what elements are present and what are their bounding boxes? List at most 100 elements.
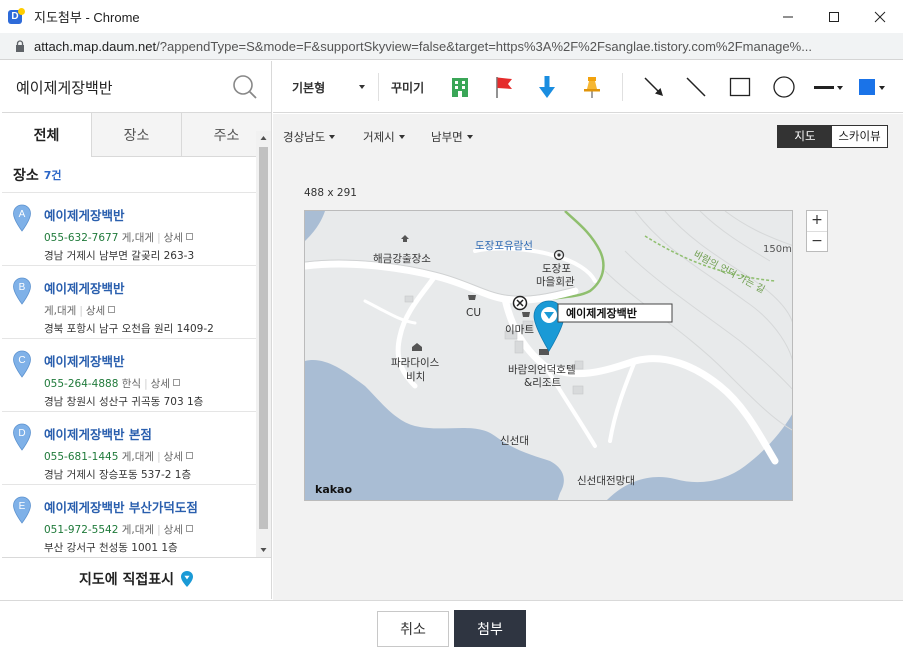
svg-text:D: D <box>18 428 25 439</box>
url-host: attach.map.daum.net <box>34 38 157 54</box>
map-label-dojangpo-hall-2: 마을회관 <box>536 276 575 288</box>
arrow-line-icon[interactable] <box>641 74 667 100</box>
map-label-observatory: 신선대전망대 <box>577 475 635 487</box>
dialog-footer: 취소 첨부 <box>0 600 903 660</box>
result-name[interactable]: 예이제게장백반 본점 <box>44 424 256 443</box>
result-detail-link[interactable]: 상세 <box>164 451 183 463</box>
svg-text:B: B <box>19 282 26 293</box>
window-title: 지도첨부 - Chrome <box>34 10 140 25</box>
map-pin-icon <box>181 570 194 587</box>
caret-down-icon <box>329 135 336 139</box>
map-label-cu: CU <box>466 307 481 319</box>
search-icon[interactable] <box>231 73 259 101</box>
result-detail-link[interactable]: 상세 <box>164 232 183 244</box>
maximize-button[interactable] <box>811 0 857 33</box>
result-category: 게,대게 <box>121 524 155 536</box>
tab-all[interactable]: 전체 <box>2 113 91 157</box>
result-item[interactable]: E 예이제게장백반 부산가덕도점 051-972-5542 게,대게 | 상세부산 강서… <box>2 485 256 557</box>
result-name[interactable]: 예이제게장백반 <box>44 205 256 224</box>
result-name[interactable]: 예이제게장백반 <box>44 351 256 370</box>
zoom-out-button[interactable]: − <box>807 231 827 251</box>
map-label-paradise: 파라다이스 <box>391 357 440 369</box>
region-province[interactable]: 경상남도 <box>283 129 336 145</box>
result-detail-link[interactable]: 상세 <box>151 378 170 390</box>
cancel-button[interactable]: 취소 <box>377 611 449 647</box>
map-type-map[interactable]: 지도 <box>778 126 832 147</box>
external-link-icon <box>185 452 193 459</box>
rectangle-icon[interactable] <box>727 74 753 100</box>
caret-down-icon <box>466 135 473 139</box>
address-bar[interactable]: attach.map.daum.net/?appendType=S&mode=F… <box>0 33 903 60</box>
result-meta: 055-264-4888 한식 | 상세 <box>44 376 256 391</box>
daum-app-icon: D <box>8 7 25 25</box>
result-detail-link[interactable]: 상세 <box>86 305 105 317</box>
result-scrollbar[interactable] <box>256 131 271 557</box>
map-type-skyview[interactable]: 스카이뷰 <box>832 126 887 147</box>
result-item[interactable]: B 예이제게장백반 게,대게 | 상세 경북 포항시 남구 오천읍 원리 1409-2 <box>2 266 256 339</box>
kakao-logo: kakao <box>315 483 352 496</box>
region-district[interactable]: 남부면 <box>431 129 473 145</box>
map-area: 경상남도 거제시 남부면 지도 스카이뷰 488 x 291 해금강출장소 도장… <box>273 114 903 600</box>
decorate-label: 꾸미기 <box>391 81 425 95</box>
caret-down-icon <box>398 135 405 139</box>
color-icon[interactable] <box>857 74 891 100</box>
map-style-select[interactable]: 기본형 <box>292 79 325 96</box>
region-city[interactable]: 거제시 <box>363 129 405 145</box>
map-label-hotel: 바람의언덕호텔 <box>508 363 576 376</box>
result-heading: 장소 7건 <box>2 157 271 193</box>
result-address: 부산 강서구 천성동 1001 1층 <box>44 542 178 554</box>
zoom-in-button[interactable]: + <box>807 211 827 231</box>
line-style-icon[interactable] <box>813 74 847 100</box>
close-window-button[interactable] <box>857 0 903 33</box>
result-category: 게,대게 <box>121 451 155 463</box>
zoom-control: + − <box>806 210 828 252</box>
external-link-icon <box>172 379 180 386</box>
url-text[interactable]: attach.map.daum.net/?appendType=S&mode=F… <box>34 39 894 54</box>
result-name[interactable]: 예이제게장백반 <box>44 278 256 297</box>
toolbar-divider <box>622 73 623 101</box>
result-category: 한식 <box>121 378 142 390</box>
result-meta: 055-681-1445 게,대게 | 상세 <box>44 449 256 464</box>
scroll-thumb[interactable] <box>259 147 268 529</box>
flag-icon[interactable] <box>491 74 517 100</box>
circle-icon[interactable] <box>771 74 797 100</box>
result-meta: 051-972-5542 게,대게 | 상세 <box>44 522 256 537</box>
result-name[interactable]: 예이제게장백반 부산가덕도점 <box>44 497 256 516</box>
result-detail-link[interactable]: 상세 <box>164 524 183 536</box>
search-panel: 전체 장소 주소 장소 7건 A 예이제게장백반 055-632-7677 게,대게… <box>2 61 272 599</box>
line-icon[interactable] <box>683 74 709 100</box>
map-canvas[interactable]: 해금강출장소 도장포유람선 도장포 마을회관 CU 이마트 파라다이스 비치 바… <box>304 210 793 501</box>
direct-mark-button[interactable]: 지도에 직접표시 <box>2 557 271 599</box>
arrow-down-icon[interactable] <box>534 74 560 100</box>
map-toolbar: 기본형 꾸미기 <box>273 61 903 113</box>
result-address: 경남 거제시 장승포동 537-2 1층 <box>44 469 192 481</box>
pin-icon[interactable] <box>579 74 605 100</box>
window-titlebar: D 지도첨부 - Chrome <box>0 0 903 33</box>
map-label-sinseondae: 신선대 <box>500 435 529 447</box>
svg-text:C: C <box>18 355 25 366</box>
result-count: 7건 <box>43 168 62 182</box>
map-label-dojangpo-cruise: 도장포유람선 <box>475 239 533 252</box>
map-style-caret-icon[interactable] <box>359 85 365 89</box>
building-icon[interactable] <box>447 74 473 100</box>
result-phone: 051-972-5542 <box>44 524 119 536</box>
result-item[interactable]: A 예이제게장백반 055-632-7677 게,대게 | 상세 경남 거제시 남부면 갈… <box>2 193 256 266</box>
result-item[interactable]: C 예이제게장백반 055-264-4888 한식 | 상세경남 창원시 성산구 귀곡동… <box>2 339 256 412</box>
result-address: 경남 창원시 성산구 귀곡동 703 1층 <box>44 396 204 408</box>
svg-text:E: E <box>19 501 26 512</box>
external-link-icon <box>185 525 193 532</box>
minimize-button[interactable] <box>765 0 811 33</box>
attach-button[interactable]: 첨부 <box>454 610 526 647</box>
toolbar-divider <box>378 73 379 101</box>
map-label-haegeumgang: 해금강출장소 <box>373 252 431 265</box>
map-svg[interactable]: 해금강출장소 도장포유람선 도장포 마을회관 CU 이마트 파라다이스 비치 바… <box>305 211 793 501</box>
external-link-icon <box>185 233 193 240</box>
result-item[interactable]: D 예이제게장백반 본점 055-681-1445 게,대게 | 상세경남 거제시 장승… <box>2 412 256 485</box>
scroll-down-icon[interactable] <box>259 545 268 555</box>
tab-places[interactable]: 장소 <box>91 113 181 157</box>
scroll-up-icon[interactable] <box>259 133 268 143</box>
result-meta: 055-632-7677 게,대게 | 상세 <box>44 230 256 245</box>
result-meta: 게,대게 | 상세 <box>44 303 256 318</box>
search-input[interactable] <box>16 73 226 101</box>
result-marker-icon: A <box>13 204 31 232</box>
